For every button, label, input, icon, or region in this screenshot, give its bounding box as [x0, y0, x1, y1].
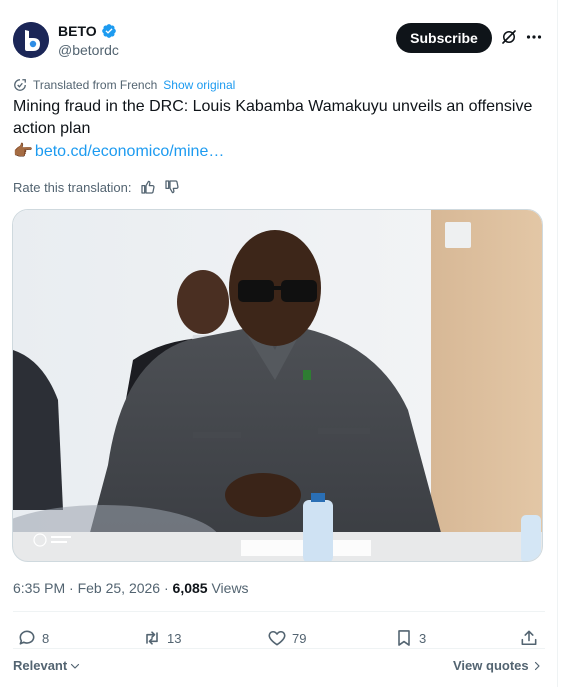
like-button[interactable]: 79 — [267, 628, 306, 648]
sort-dropdown[interactable]: Relevant — [13, 658, 81, 673]
post-meta: 6:35 PM · Feb 25, 2026 · 6,085 Views — [13, 580, 249, 596]
rate-translation: Rate this translation: — [13, 179, 180, 195]
reply-count: 8 — [42, 630, 50, 646]
post-text: Mining fraud in the DRC: Louis Kabamba W… — [13, 98, 533, 137]
translation-notice: Translated from French Show original — [13, 78, 235, 92]
views-count: 6,085 — [172, 580, 208, 596]
rate-translation-label: Rate this translation: — [13, 179, 132, 195]
chevron-down-icon — [71, 663, 80, 669]
share-button[interactable] — [519, 628, 539, 648]
post-photo[interactable] — [12, 209, 543, 562]
post-timestamp[interactable]: 6:35 PM · Feb 25, 2026 · — [13, 580, 173, 596]
divider — [13, 648, 545, 649]
pointing-hand-emoji: 👉🏾 — [13, 143, 33, 160]
view-quotes-link[interactable]: View quotes — [453, 658, 543, 673]
heart-icon — [268, 630, 286, 646]
show-original-link[interactable]: Show original — [163, 78, 235, 92]
bookmark-icon — [398, 630, 410, 646]
subscribe-button[interactable]: Subscribe — [396, 23, 492, 53]
grok-icon[interactable] — [500, 28, 518, 46]
author-handle[interactable]: @betordc — [58, 42, 119, 58]
bookmark-count: 3 — [419, 630, 427, 646]
verified-badge-icon — [101, 24, 116, 38]
chevron-right-icon — [534, 661, 540, 670]
avatar[interactable] — [13, 22, 49, 58]
photo-illustration — [13, 210, 542, 561]
translate-icon — [14, 79, 26, 91]
repost-button[interactable]: 13 — [142, 628, 181, 648]
post-link[interactable]: beto.cd/economico/mine… — [35, 141, 224, 163]
post-container: BETO @betordc Subscribe Translated from … — [0, 0, 558, 687]
view-quotes-label: View quotes — [453, 658, 529, 673]
sort-label: Relevant — [13, 658, 68, 673]
repost-icon — [146, 631, 158, 645]
translation-label: Translated from French — [33, 78, 158, 92]
thumbs-up-icon[interactable] — [140, 179, 156, 195]
author-name-row[interactable]: BETO — [58, 23, 117, 39]
repost-count: 13 — [167, 630, 182, 646]
bookmark-button[interactable]: 3 — [394, 628, 426, 648]
thumbs-down-icon[interactable] — [164, 179, 180, 195]
divider — [13, 611, 545, 612]
share-icon — [521, 630, 537, 646]
author-name[interactable]: BETO — [58, 23, 97, 39]
post-link-line[interactable]: 👉🏾 beto.cd/economico/mine… — [13, 141, 224, 163]
more-options-icon[interactable] — [526, 27, 542, 47]
reply-icon — [19, 630, 35, 645]
reply-button[interactable]: 8 — [17, 628, 49, 648]
views-label: Views — [207, 580, 249, 596]
like-count: 79 — [292, 630, 307, 646]
